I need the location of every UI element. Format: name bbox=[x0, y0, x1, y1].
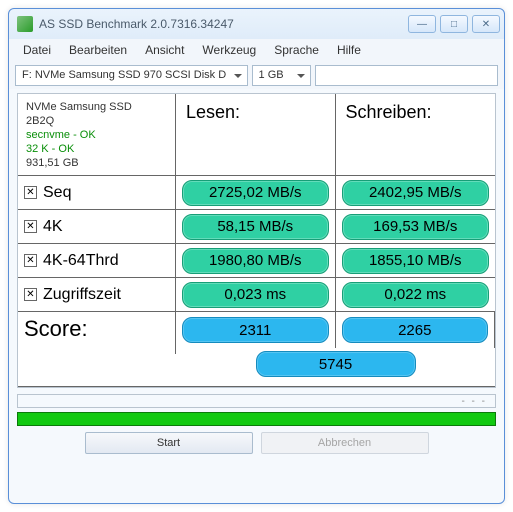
capacity: 931,51 GB bbox=[26, 156, 167, 170]
score-total: 5745 bbox=[256, 351, 416, 377]
access-read: 0,023 ms bbox=[182, 282, 329, 308]
column-write: Schreiben: bbox=[336, 94, 496, 176]
4k-label: 4K bbox=[43, 218, 63, 236]
menu-file[interactable]: Datei bbox=[15, 41, 59, 59]
button-row: Start Abbrechen bbox=[17, 432, 496, 454]
4k64-write: 1855,10 MB/s bbox=[342, 248, 490, 274]
4k64-checkbox[interactable]: ✕ bbox=[24, 254, 37, 267]
firmware: 2B2Q bbox=[26, 114, 167, 128]
access-checkbox[interactable]: ✕ bbox=[24, 288, 37, 301]
menu-tool[interactable]: Werkzeug bbox=[194, 41, 264, 59]
4k-read: 58,15 MB/s bbox=[182, 214, 329, 240]
size-select-value: 1 GB bbox=[259, 69, 284, 81]
score-label: Score: bbox=[18, 312, 176, 354]
row-access: ✕ Zugriffszeit 0,023 ms 0,022 ms bbox=[18, 278, 495, 312]
app-window: AS SSD Benchmark 2.0.7316.34247 — □ ✕ Da… bbox=[8, 8, 505, 504]
menu-view[interactable]: Ansicht bbox=[137, 41, 192, 59]
menu-edit[interactable]: Bearbeiten bbox=[61, 41, 135, 59]
row-4k: ✕ 4K 58,15 MB/s 169,53 MB/s bbox=[18, 210, 495, 244]
progress-area: - - - bbox=[17, 394, 496, 426]
4k-write: 169,53 MB/s bbox=[342, 214, 490, 240]
window-buttons: — □ ✕ bbox=[408, 15, 500, 33]
4k64-read: 1980,80 MB/s bbox=[182, 248, 329, 274]
menu-lang[interactable]: Sprache bbox=[266, 41, 327, 59]
progress-marker: - - - bbox=[461, 395, 487, 407]
score-read: 2311 bbox=[182, 317, 329, 343]
maximize-button[interactable]: □ bbox=[440, 15, 468, 33]
seq-label: Seq bbox=[43, 184, 71, 202]
menu-help[interactable]: Hilfe bbox=[329, 41, 369, 59]
drive-info: NVMe Samsung SSD 2B2Q secnvme - OK 32 K … bbox=[18, 94, 176, 176]
progress-bar-2 bbox=[17, 412, 496, 426]
start-button[interactable]: Start bbox=[85, 432, 253, 454]
drive-select-value: F: NVMe Samsung SSD 970 SCSI Disk D bbox=[22, 69, 226, 81]
4k64-label: 4K-64Thrd bbox=[43, 252, 119, 270]
toolbar: F: NVMe Samsung SSD 970 SCSI Disk D 1 GB bbox=[9, 61, 504, 89]
seq-write: 2402,95 MB/s bbox=[342, 180, 490, 206]
progress-bar-1: - - - bbox=[17, 394, 496, 408]
access-write: 0,022 ms bbox=[342, 282, 490, 308]
search-input[interactable] bbox=[315, 65, 498, 86]
4k-checkbox[interactable]: ✕ bbox=[24, 220, 37, 233]
seq-read: 2725,02 MB/s bbox=[182, 180, 329, 206]
drive-select[interactable]: F: NVMe Samsung SSD 970 SCSI Disk D bbox=[15, 65, 248, 86]
score-row: Score: 2311 2265 5745 bbox=[18, 312, 495, 387]
score-write: 2265 bbox=[342, 317, 489, 343]
menu-bar: Datei Bearbeiten Ansicht Werkzeug Sprach… bbox=[9, 39, 504, 61]
app-icon bbox=[17, 16, 33, 32]
seq-checkbox[interactable]: ✕ bbox=[24, 186, 37, 199]
access-label: Zugriffszeit bbox=[43, 286, 121, 304]
column-read: Lesen: bbox=[176, 94, 336, 176]
window-title: AS SSD Benchmark 2.0.7316.34247 bbox=[39, 17, 408, 31]
title-bar: AS SSD Benchmark 2.0.7316.34247 — □ ✕ bbox=[9, 9, 504, 39]
row-seq: ✕ Seq 2725,02 MB/s 2402,95 MB/s bbox=[18, 176, 495, 210]
results-panel: NVMe Samsung SSD 2B2Q secnvme - OK 32 K … bbox=[17, 93, 496, 388]
size-select[interactable]: 1 GB bbox=[252, 65, 311, 86]
row-4k64: ✕ 4K-64Thrd 1980,80 MB/s 1855,10 MB/s bbox=[18, 244, 495, 278]
drive-name: NVMe Samsung SSD bbox=[26, 100, 167, 114]
cancel-button: Abbrechen bbox=[261, 432, 429, 454]
alignment: 32 K - OK bbox=[26, 142, 167, 156]
close-button[interactable]: ✕ bbox=[472, 15, 500, 33]
minimize-button[interactable]: — bbox=[408, 15, 436, 33]
driver-status: secnvme - OK bbox=[26, 128, 167, 142]
header-row: NVMe Samsung SSD 2B2Q secnvme - OK 32 K … bbox=[18, 94, 495, 176]
